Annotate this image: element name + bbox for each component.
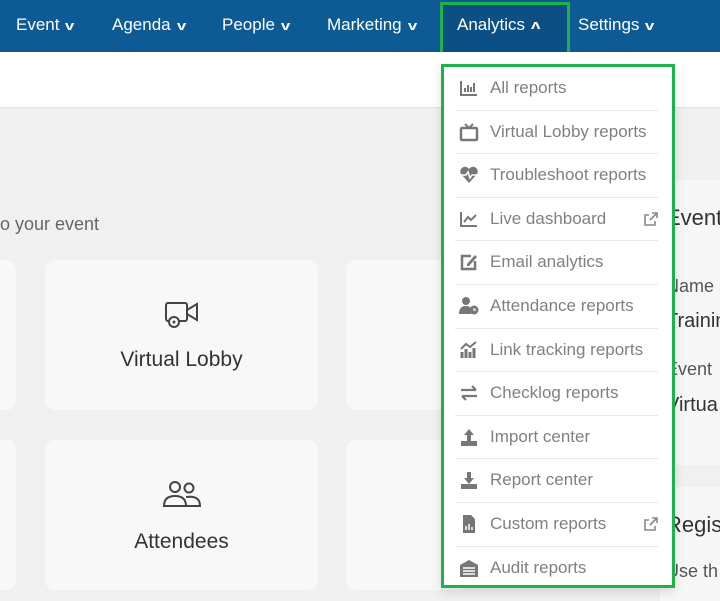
dropdown-item-label: Email analytics xyxy=(490,252,604,272)
bar-chart-icon xyxy=(460,81,477,96)
chevron-down-icon: v xyxy=(176,18,186,33)
nav-label: Agenda xyxy=(112,15,171,34)
card-attendees[interactable]: Attendees xyxy=(45,440,318,590)
dropdown-item-label: Virtual Lobby reports xyxy=(490,121,647,141)
nav-label: Marketing xyxy=(327,15,402,34)
nav-label: Event xyxy=(16,15,60,34)
chevron-up-icon: v xyxy=(530,19,541,34)
nav-marketing[interactable]: Marketing v xyxy=(327,0,417,52)
dropdown-item-label: Audit reports xyxy=(490,557,587,577)
file-chart-icon xyxy=(463,515,475,533)
warehouse-icon xyxy=(460,559,478,577)
external-link-icon xyxy=(643,211,659,227)
dropdown-item-troubleshoot-reports[interactable]: Troubleshoot reports xyxy=(444,154,672,198)
dropdown-item-all-reports[interactable]: All reports xyxy=(444,67,672,111)
dropdown-item-label: Troubleshoot reports xyxy=(490,165,647,185)
nav-analytics[interactable]: Analytics v xyxy=(457,0,541,52)
section-hint: o your event xyxy=(0,214,100,234)
dropdown-item-audit-reports[interactable]: Audit reports xyxy=(444,547,672,591)
dropdown-item-label: Link tracking reports xyxy=(490,339,644,359)
video-gear-icon xyxy=(164,302,198,328)
dropdown-item-virtual-lobby-reports[interactable]: Virtual Lobby reports xyxy=(444,111,672,155)
upload-icon xyxy=(461,428,477,446)
nav-event[interactable]: Event v xyxy=(16,0,75,52)
card-label: Virtual Lobby xyxy=(120,348,243,371)
top-nav: Event v Agenda v People v Marketing v Analyt… xyxy=(0,0,720,56)
card-virtual-lobby[interactable]: Virtual Lobby xyxy=(45,260,318,410)
dropdown-item-report-center[interactable]: Report center xyxy=(444,459,672,503)
nav-label: People xyxy=(222,15,275,34)
dropdown-item-label: Custom reports xyxy=(490,514,607,533)
users-icon xyxy=(162,481,201,507)
user-clock-icon xyxy=(459,297,479,315)
dropdown-item-import-center[interactable]: Import center xyxy=(444,416,672,460)
dropdown-item-label: Live dashboard xyxy=(490,208,607,228)
external-link-icon xyxy=(643,516,659,532)
nav-agenda[interactable]: Agenda v xyxy=(112,0,186,52)
chevron-down-icon: v xyxy=(645,18,655,33)
dropdown-item-label: All reports xyxy=(490,78,567,97)
nav-settings[interactable]: Settings v xyxy=(578,0,655,52)
analytics-dropdown: All reports Virtual Lobby reports Troubles… xyxy=(441,64,675,588)
dropdown-item-email-analytics[interactable]: Email analytics xyxy=(444,241,672,285)
dropdown-item-label: Checklog reports xyxy=(490,383,619,403)
edit-icon xyxy=(460,255,477,271)
chart-trend-icon xyxy=(460,340,477,358)
dropdown-item-label: Import center xyxy=(490,426,591,446)
download-icon xyxy=(461,472,477,490)
dropdown-item-link-tracking-reports[interactable]: Link tracking reports xyxy=(444,329,672,373)
chevron-down-icon: v xyxy=(280,18,291,33)
nav-label: Analytics xyxy=(457,15,526,34)
dropdown-item-live-dashboard[interactable]: Live dashboard xyxy=(444,198,672,242)
dropdown-item-label: Report center xyxy=(490,470,593,490)
exchange-icon xyxy=(461,385,477,401)
chevron-down-icon: v xyxy=(65,18,75,33)
card-partial[interactable] xyxy=(0,440,16,590)
nav-label: Settings xyxy=(578,15,640,34)
heartbeat-icon xyxy=(460,166,478,184)
dropdown-item-attendance-reports[interactable]: Attendance reports xyxy=(444,285,672,329)
nav-people[interactable]: People v xyxy=(222,0,291,52)
line-chart-icon xyxy=(460,211,477,227)
card-label: Attendees xyxy=(134,530,229,553)
chevron-down-icon: v xyxy=(407,18,417,33)
dropdown-item-label: Attendance reports xyxy=(490,296,634,315)
dropdown-item-checklog-reports[interactable]: Checklog reports xyxy=(444,372,672,416)
dropdown-item-custom-reports[interactable]: Custom reports xyxy=(444,503,672,547)
tv-icon xyxy=(459,122,479,141)
card-partial[interactable] xyxy=(0,260,16,410)
